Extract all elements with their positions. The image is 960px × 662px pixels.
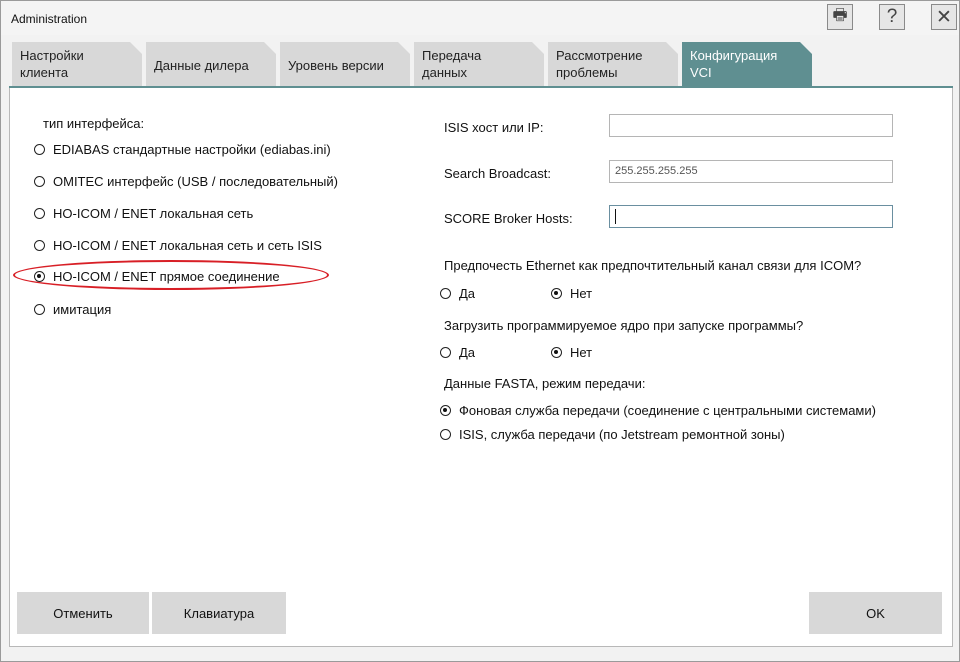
interface-type-heading: тип интерфейса: [43, 116, 145, 131]
kernel-yes-option[interactable]: Да [440, 345, 475, 360]
tab-label: Конфигурация [690, 48, 778, 63]
tab-data-transfer[interactable]: Передача данных [414, 42, 544, 86]
option-label: Фоновая служба передачи (соединение с це… [459, 403, 876, 418]
radio-button-selected[interactable] [440, 405, 451, 416]
cancel-button-label: Отменить [53, 605, 113, 621]
keyboard-button-label: Клавиатура [183, 605, 255, 621]
close-button[interactable]: ✕ [931, 4, 957, 30]
option-label: Нет [570, 286, 593, 301]
radio-button[interactable] [440, 288, 451, 299]
help-icon: ? [886, 6, 898, 27]
radio-button[interactable] [440, 347, 451, 358]
tab-label: клиента [20, 65, 69, 80]
interface-option-omitec[interactable]: OMITEC интерфейс (USB / последовательный… [34, 174, 338, 189]
interface-option-icom-lan-isis[interactable]: HO-ICOM / ENET локальная сеть и сеть ISI… [34, 238, 322, 253]
ethernet-question: Предпочесть Ethernet как предпочтительны… [444, 258, 862, 273]
search-broadcast-input[interactable]: 255.255.255.255 [609, 160, 893, 183]
window-title: Administration [11, 12, 88, 26]
radio-button[interactable] [34, 304, 45, 315]
kernel-no-option[interactable]: Нет [551, 345, 592, 360]
interface-option-icom-lan[interactable]: HO-ICOM / ENET локальная сеть [34, 206, 253, 221]
option-label: EDIABAS стандартные настройки (ediabas.i… [53, 142, 331, 157]
tab-label: данных [422, 65, 468, 80]
admin-window: Administration 🖶 ? ✕ Настройки клиента Д… [0, 0, 960, 662]
ethernet-no-option[interactable]: Нет [551, 286, 592, 301]
radio-button-selected[interactable] [551, 347, 562, 358]
score-broker-input[interactable] [609, 205, 893, 228]
radio-button[interactable] [34, 144, 45, 155]
interface-option-simulation[interactable]: имитация [34, 302, 111, 317]
keyboard-button[interactable]: Клавиатура [152, 592, 286, 634]
isis-host-label: ISIS хост или IP: [444, 120, 544, 135]
option-label: Да [459, 286, 476, 301]
tab-label: Данные дилера [154, 58, 249, 73]
tab-label: проблемы [556, 65, 618, 80]
print-icon: 🖶 [832, 6, 848, 24]
radio-button[interactable] [34, 240, 45, 251]
kernel-question: Загрузить программируемое ядро при запус… [444, 318, 804, 333]
tab-label: Уровень версии [288, 58, 384, 73]
radio-button[interactable] [34, 208, 45, 219]
tab-label: Рассмотрение [556, 48, 643, 63]
tab-vci-configuration[interactable]: Конфигурация VCI [682, 42, 812, 88]
radio-button[interactable] [34, 176, 45, 187]
close-icon: ✕ [936, 6, 952, 28]
text-caret [615, 209, 616, 224]
radio-button[interactable] [440, 429, 451, 440]
tab-label: Настройки [20, 48, 84, 63]
ok-button[interactable]: OK [809, 592, 942, 634]
radio-button-selected[interactable] [551, 288, 562, 299]
active-tab-underline [9, 86, 953, 88]
option-label: Нет [570, 345, 593, 360]
option-label: HO-ICOM / ENET локальная сеть [53, 206, 254, 221]
tab-label: Передача [422, 48, 482, 63]
tab-client-settings[interactable]: Настройки клиента [12, 42, 142, 86]
tab-label: VCI [690, 65, 712, 80]
cancel-button[interactable]: Отменить [17, 592, 149, 634]
option-label: OMITEC интерфейс (USB / последовательный… [53, 174, 338, 189]
option-label: HO-ICOM / ENET локальная сеть и сеть ISI… [53, 238, 322, 253]
fasta-question: Данные FASTA, режим передачи: [444, 376, 646, 391]
interface-option-ediabas[interactable]: EDIABAS стандартные настройки (ediabas.i… [34, 142, 331, 157]
tab-problem-review[interactable]: Рассмотрение проблемы [548, 42, 678, 86]
help-button[interactable]: ? [879, 4, 905, 30]
option-label: Да [459, 345, 476, 360]
red-highlight-ellipse [13, 260, 329, 290]
fasta-isis-option[interactable]: ISIS, служба передачи (по Jetstream ремо… [440, 427, 785, 442]
option-label: ISIS, служба передачи (по Jetstream ремо… [459, 427, 785, 442]
tab-version-level[interactable]: Уровень версии [280, 42, 410, 86]
ok-button-label: OK [866, 605, 885, 621]
tab-dealer-data[interactable]: Данные дилера [146, 42, 276, 86]
print-button[interactable]: 🖶 [827, 4, 853, 30]
ethernet-yes-option[interactable]: Да [440, 286, 475, 301]
option-label: имитация [53, 302, 112, 317]
score-broker-label: SCORE Broker Hosts: [444, 211, 573, 226]
fasta-background-option[interactable]: Фоновая служба передачи (соединение с це… [440, 403, 876, 418]
title-bar: Administration 🖶 ? ✕ [1, 1, 959, 35]
isis-host-input[interactable] [609, 114, 893, 137]
search-broadcast-label: Search Broadcast: [444, 166, 551, 181]
